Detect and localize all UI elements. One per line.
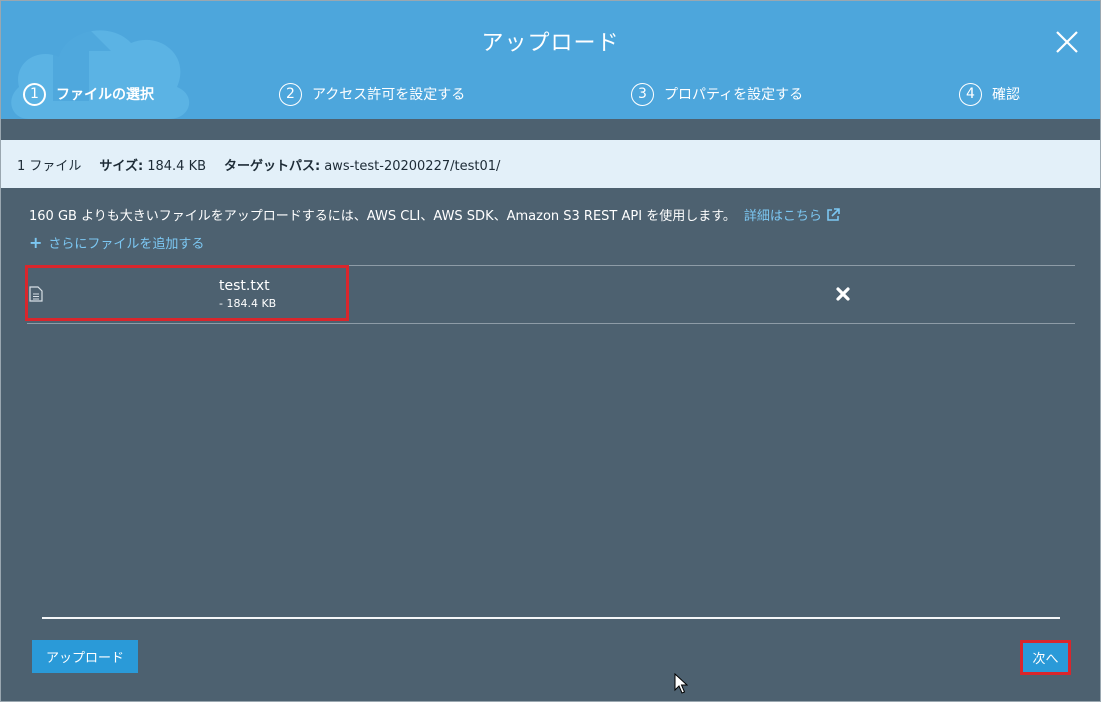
step-label: ファイルの選択 [56,87,154,103]
step-label: プロパティを設定する [664,87,804,103]
large-file-info: 160 GB よりも大きいファイルをアップロードするには、AWS CLI、AWS… [29,205,840,224]
wizard-steps: 1 ファイルの選択 2 アクセス許可を設定する 3 プロパティを設定する 4 確… [1,79,1100,111]
step-label: アクセス許可を設定する [312,87,466,103]
step-label: 確認 [992,87,1020,103]
step-number: 1 [23,82,46,106]
remove-icon[interactable] [835,286,851,302]
footer-divider [42,617,1060,619]
external-link-icon [827,207,840,221]
step-number: 4 [959,82,982,106]
step-number: 3 [631,82,654,106]
step-select-files[interactable]: 1 ファイルの選択 [23,79,154,109]
learn-more-link[interactable]: 詳細はこちら [744,205,840,224]
close-icon[interactable] [1052,27,1082,57]
target-path-value: aws-test-20200227/test01/ [324,158,501,174]
upload-summary-bar: 1 ファイル サイズ: 184.4 KB ターゲットパス: aws-test-202… [1,140,1100,188]
file-size: - 184.4 KB [219,297,277,310]
plus-icon: + [29,233,43,252]
info-message: 160 GB よりも大きいファイルをアップロードするには、AWS CLI、AWS… [29,209,736,224]
add-more-label: さらにファイルを追加する [48,237,205,252]
target-path-summary: ターゲットパス: aws-test-20200227/test01/ [224,155,500,174]
add-more-files-link[interactable]: + さらにファイルを追加する [29,233,204,252]
upload-button[interactable]: アップロード [32,640,138,673]
file-name: test.txt [219,278,270,294]
file-count: 1 ファイル [17,158,82,174]
file-icon [29,286,43,302]
step-set-properties[interactable]: 3 プロパティを設定する [631,79,803,109]
target-path-label: ターゲットパス: [224,158,321,174]
file-highlight-box [25,265,349,321]
step-review[interactable]: 4 確認 [959,79,1020,109]
step-number: 2 [279,82,302,106]
dialog-header: アップロード 1 ファイルの選択 2 アクセス許可を設定する 3 プロパティを設… [1,1,1100,119]
mouse-cursor-icon [674,673,688,694]
file-list: test.txt - 184.4 KB [25,265,1075,324]
size-value: 184.4 KB [147,158,207,174]
size-label: サイズ: [99,158,144,174]
size-summary: サイズ: 184.4 KB [99,155,206,174]
step-set-permissions[interactable]: 2 アクセス許可を設定する [279,79,465,109]
dialog-title: アップロード [481,31,620,56]
next-button[interactable]: 次へ [1020,640,1071,675]
learn-more-text: 詳細はこちら [743,209,822,224]
